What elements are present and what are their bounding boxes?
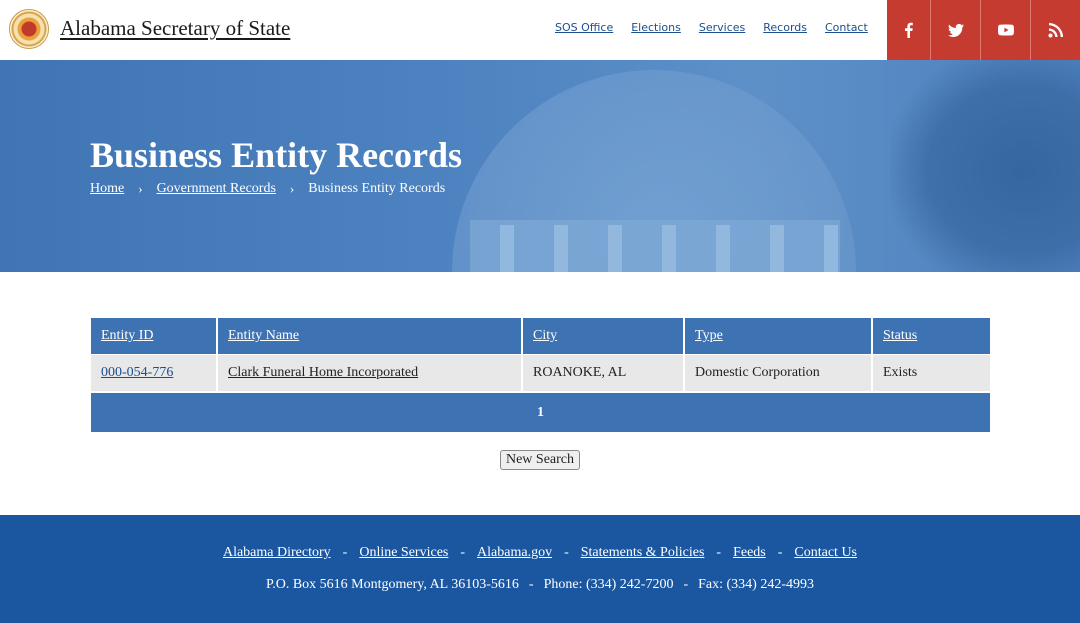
- footer-separator: -: [716, 545, 722, 560]
- entity-name-link[interactable]: Clark Funeral Home Incorporated: [228, 365, 418, 380]
- breadcrumb-current: Business Entity Records: [308, 181, 446, 196]
- tree-silhouette-image: [890, 60, 1080, 272]
- cell-entity-id: 000-054-776: [91, 353, 218, 391]
- youtube-button[interactable]: [980, 0, 1030, 60]
- page-title: Business Entity Records: [90, 135, 463, 175]
- site-header: Alabama Secretary of State SOS Office El…: [0, 0, 1080, 60]
- new-search-button[interactable]: New Search: [500, 450, 580, 470]
- cell-entity-name: Clark Funeral Home Incorporated: [217, 353, 523, 391]
- youtube-icon: [997, 24, 1014, 36]
- footer-link-online-services[interactable]: Online Services: [359, 545, 448, 561]
- footer-link-feeds[interactable]: Feeds: [733, 545, 766, 561]
- sort-entity-name-link[interactable]: Entity Name: [228, 328, 299, 343]
- entity-results-table: Entity ID Entity Name City Type Status 0…: [91, 318, 990, 391]
- footer-links: Alabama Directory - Online Services - Al…: [0, 545, 1080, 561]
- footer-link-alabama-gov[interactable]: Alabama.gov: [477, 545, 552, 561]
- table-row: 000-054-776 Clark Funeral Home Incorpora…: [91, 353, 990, 391]
- cell-status: Exists: [872, 353, 990, 391]
- sort-type-link[interactable]: Type: [695, 328, 723, 343]
- breadcrumb-chevron-icon: ›: [138, 181, 143, 196]
- pagination-bar: 1: [91, 393, 990, 432]
- footer-phone: Phone: (334) 242-7200: [543, 577, 674, 592]
- state-seal-logo[interactable]: [9, 9, 49, 49]
- column-header-city: City: [522, 318, 685, 354]
- nav-records[interactable]: Records: [763, 21, 807, 34]
- column-header-type: Type: [684, 318, 873, 354]
- entity-id-link[interactable]: 000-054-776: [101, 365, 173, 380]
- footer-link-alabama-directory[interactable]: Alabama Directory: [223, 545, 331, 561]
- breadcrumb-government-records[interactable]: Government Records: [157, 181, 276, 197]
- footer-link-contact-us[interactable]: Contact Us: [794, 545, 857, 561]
- footer-contact-info: P.O. Box 5616 Montgomery, AL 36103-5616 …: [0, 577, 1080, 593]
- rss-button[interactable]: [1030, 0, 1080, 60]
- twitter-button[interactable]: [930, 0, 980, 60]
- footer-separator: -: [777, 545, 783, 560]
- capitol-columns-image: [500, 225, 838, 272]
- hero-banner: Business Entity Records Home › Governmen…: [0, 60, 1080, 272]
- footer-link-statements-policies[interactable]: Statements & Policies: [581, 545, 705, 561]
- page-number[interactable]: 1: [537, 405, 544, 421]
- nav-contact[interactable]: Contact: [825, 21, 868, 34]
- facebook-button[interactable]: [887, 0, 930, 60]
- social-links: [887, 0, 1080, 60]
- twitter-icon: [947, 23, 964, 37]
- nav-services[interactable]: Services: [699, 21, 745, 34]
- site-footer: Alabama Directory - Online Services - Al…: [0, 515, 1080, 623]
- footer-separator: -: [564, 545, 569, 560]
- top-nav: SOS Office Elections Services Records Co…: [555, 21, 868, 34]
- facebook-icon: [904, 22, 913, 38]
- footer-separator: -: [342, 545, 348, 560]
- nav-sos-office[interactable]: SOS Office: [555, 21, 613, 34]
- sort-status-link[interactable]: Status: [883, 328, 917, 343]
- table-header-row: Entity ID Entity Name City Type Status: [91, 318, 990, 354]
- cell-type: Domestic Corporation: [684, 353, 873, 391]
- footer-separator: -: [460, 545, 466, 560]
- column-header-entity-name: Entity Name: [217, 318, 523, 354]
- breadcrumb-chevron-icon: ›: [289, 181, 295, 196]
- sort-entity-id-link[interactable]: Entity ID: [101, 328, 154, 343]
- rss-icon: [1048, 23, 1063, 38]
- sort-city-link[interactable]: City: [533, 328, 557, 343]
- breadcrumb-home[interactable]: Home: [90, 181, 124, 197]
- footer-separator: -: [683, 577, 689, 592]
- footer-separator: -: [528, 577, 534, 592]
- site-title-link[interactable]: Alabama Secretary of State: [60, 16, 290, 41]
- column-header-status: Status: [872, 318, 990, 354]
- footer-fax: Fax: (334) 242-4993: [698, 577, 815, 592]
- footer-address: P.O. Box 5616 Montgomery, AL 36103-5616: [265, 577, 519, 592]
- column-header-entity-id: Entity ID: [91, 318, 218, 354]
- breadcrumb: Home › Government Records › Business Ent…: [90, 181, 445, 197]
- cell-city: ROANOKE, AL: [522, 353, 685, 391]
- nav-elections[interactable]: Elections: [631, 21, 681, 34]
